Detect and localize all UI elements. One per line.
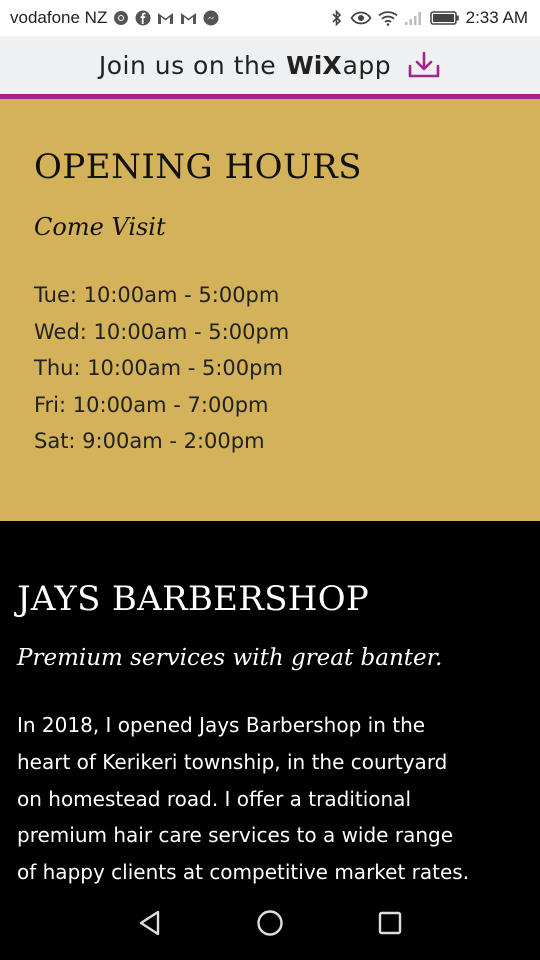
- messenger-icon: [203, 10, 219, 26]
- chrome-icon: [113, 10, 129, 26]
- hours-item-wed: Wed: 10:00am - 5:00pm: [34, 319, 290, 344]
- back-icon[interactable]: [133, 906, 167, 940]
- banner-suffix: app: [342, 50, 392, 80]
- eye-comfort-icon: [350, 10, 372, 26]
- wix-app-banner[interactable]: Join us on the WiX app: [0, 36, 540, 94]
- about-body-line: heart of Kerikeri township, in the court…: [17, 749, 448, 774]
- facebook-icon: [135, 10, 151, 26]
- about-section: JAYS BARBERSHOP Premium services with gr…: [0, 521, 540, 886]
- gmail-icon: [180, 11, 197, 25]
- recents-icon[interactable]: [373, 906, 407, 940]
- about-tagline: Premium services with great banter.: [17, 645, 443, 671]
- wifi-icon: [378, 10, 398, 26]
- banner-prefix: Join us on the: [98, 50, 277, 80]
- clock: 2:33 AM: [465, 8, 528, 27]
- opening-hours-title: OPENING HOURS: [34, 147, 363, 187]
- navigation-bar: [0, 886, 540, 960]
- status-bar: vodafone NZ 2:33 AM: [0, 0, 540, 36]
- gmail-icon: [157, 11, 174, 25]
- opening-hours-subtitle: Come Visit: [34, 213, 166, 241]
- download-icon[interactable]: [407, 50, 441, 80]
- hours-list: Tue: 10:00am - 5:00pm Wed: 10:00am - 5:0…: [34, 277, 289, 460]
- bluetooth-icon: [330, 9, 344, 27]
- about-body-line: In 2018, I opened Jays Barbershop in the: [17, 713, 426, 737]
- status-bar-right: 2:33 AM: [330, 8, 528, 28]
- hours-item-fri: Fri: 10:00am - 7:00pm: [34, 392, 269, 417]
- carrier-name: vodafone NZ: [10, 8, 108, 27]
- signal-icon: [404, 10, 424, 26]
- home-icon[interactable]: [253, 906, 287, 940]
- about-body-line: premium hair care services to a wide ran…: [17, 823, 453, 848]
- battery-icon: [429, 10, 460, 26]
- about-title: JAYS BARBERSHOP: [17, 579, 370, 619]
- about-body: In 2018, I opened Jays Barbershop in the…: [17, 707, 517, 891]
- wix-logo: WiX: [286, 50, 342, 80]
- hours-item-thu: Thu: 10:00am - 5:00pm: [34, 356, 283, 380]
- about-body-line: on homestead road. I offer a traditional: [17, 786, 411, 811]
- hours-item-sat: Sat: 9:00am - 2:00pm: [34, 429, 265, 453]
- status-bar-left: vodafone NZ: [10, 8, 219, 28]
- opening-hours-section: OPENING HOURS Come Visit Tue: 10:00am - …: [0, 99, 540, 521]
- hours-item-tue: Tue: 10:00am - 5:00pm: [34, 283, 280, 307]
